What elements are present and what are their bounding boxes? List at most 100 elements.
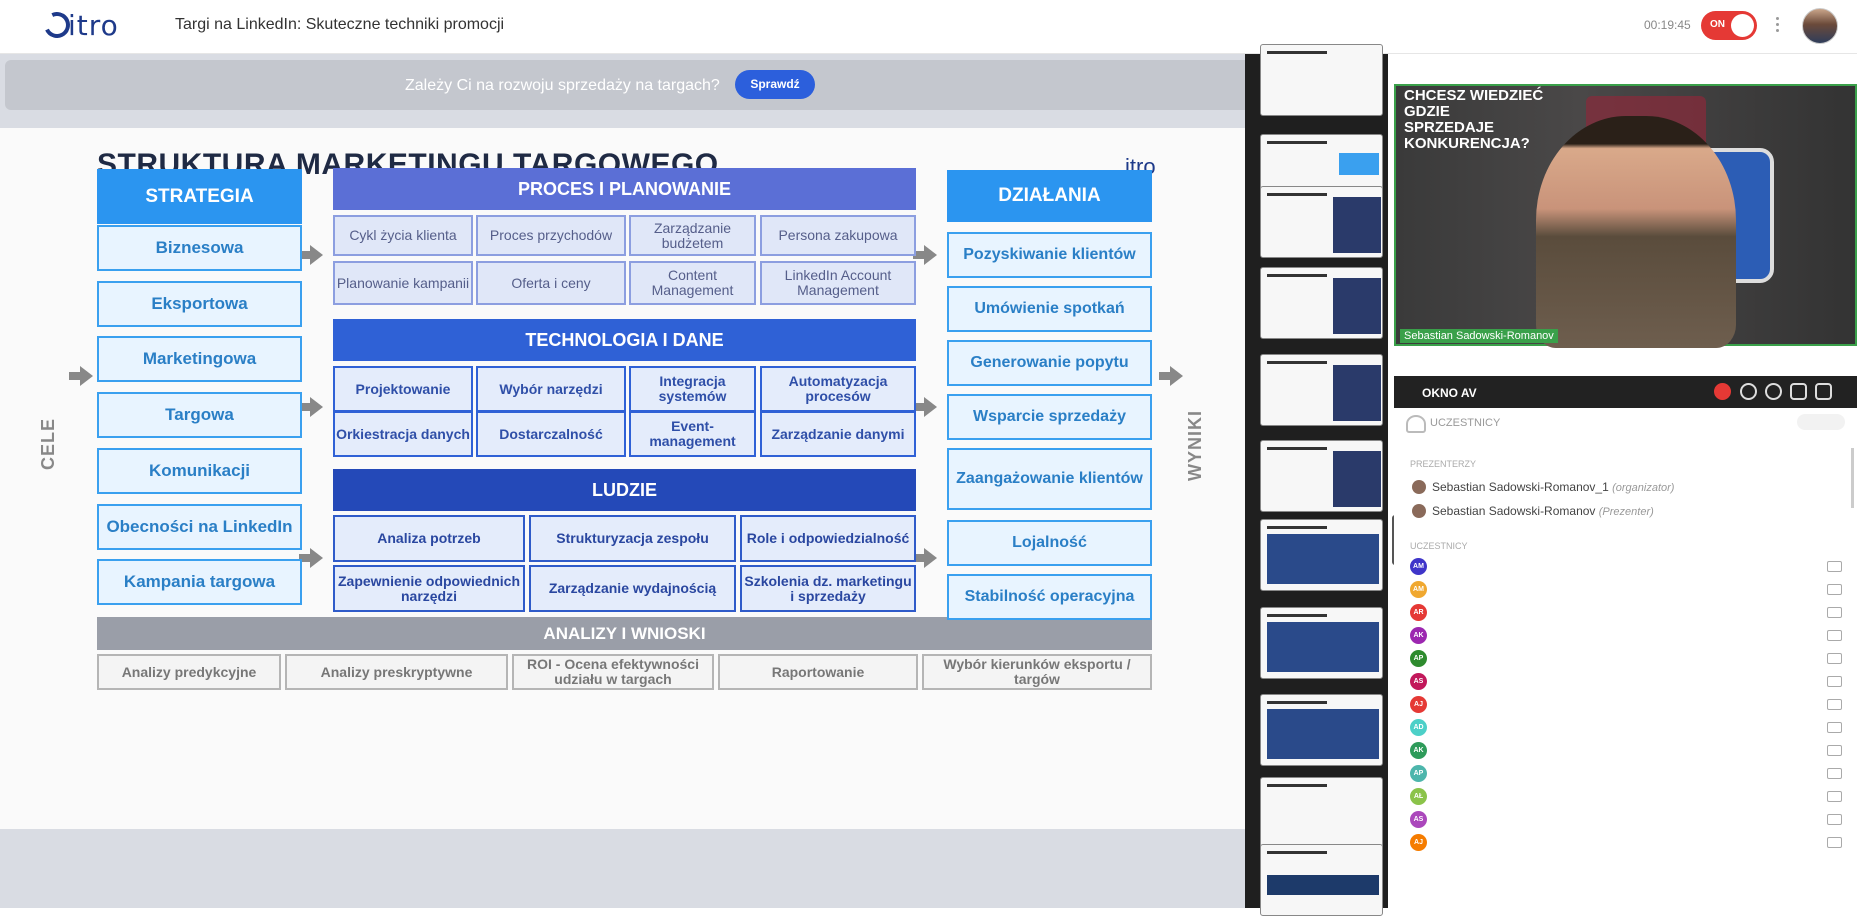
monitor-icon bbox=[1827, 653, 1842, 664]
presenter-name: Sebastian Sadowski-Romanov_1 bbox=[1432, 480, 1609, 494]
flow-arrow bbox=[299, 397, 323, 417]
slide-thumbnail[interactable] bbox=[1260, 607, 1383, 679]
expand-icon[interactable] bbox=[1790, 383, 1807, 400]
strategy-item: Kampania targowa bbox=[97, 559, 302, 606]
video-overlay-text: CHCESZ WIEDZIEĆ GDZIE SPRZEDAJE KONKUREN… bbox=[1404, 87, 1544, 152]
people-cell: Zapewnienie odpowiednich narzędzi bbox=[333, 565, 525, 612]
banner-message: Zależy Ci na rozwoju sprzedaży na targac… bbox=[405, 77, 720, 94]
slide-thumbnail[interactable] bbox=[1260, 267, 1383, 339]
user-avatar[interactable] bbox=[1802, 8, 1838, 44]
monitor-icon bbox=[1827, 814, 1842, 825]
slide-thumbnail[interactable] bbox=[1260, 777, 1383, 849]
technology-cell: Zarządzanie danymi bbox=[760, 411, 916, 457]
strategy-item: Targowa bbox=[97, 392, 302, 439]
monitor-icon bbox=[1827, 722, 1842, 733]
slide-thumbnail[interactable] bbox=[1260, 694, 1383, 766]
technology-cell: Automatyzacja procesów bbox=[760, 366, 916, 412]
participant-avatar[interactable]: AJ bbox=[1410, 696, 1427, 713]
participant-avatar[interactable]: AŁ bbox=[1410, 788, 1427, 805]
technology-cell: Integracja systemów bbox=[629, 366, 756, 412]
more-menu-icon[interactable] bbox=[1776, 14, 1779, 38]
av-window-bar: OKNO AV bbox=[1394, 376, 1857, 408]
strategy-header: STRATEGIA bbox=[97, 169, 302, 224]
slide-thumbnail[interactable] bbox=[1260, 440, 1383, 512]
process-cell: LinkedIn Account Management bbox=[760, 261, 916, 305]
flow-arrow bbox=[913, 397, 937, 417]
technology-header: TECHNOLOGIA I DANE bbox=[333, 319, 916, 361]
strategy-item: Eksportowa bbox=[97, 280, 302, 327]
presenter-role: (Prezenter) bbox=[1598, 506, 1654, 518]
toggle-label: ON bbox=[1710, 19, 1725, 30]
participant-avatar[interactable]: AS bbox=[1410, 673, 1427, 690]
actions-header: DZIAŁANIA bbox=[947, 170, 1152, 222]
check-button[interactable]: Sprawdź bbox=[735, 70, 815, 99]
goals-arrow bbox=[69, 366, 93, 386]
technology-cell: Dostarczalność bbox=[476, 411, 626, 457]
presenter-entry[interactable]: Sebastian Sadowski-Romanov_1 (organizato… bbox=[1412, 480, 1674, 494]
monitor-icon bbox=[1827, 745, 1842, 756]
slide: STRUKTURA MARKETINGU TARGOWEGO itro CELE… bbox=[0, 128, 1245, 829]
people-header: LUDZIE bbox=[333, 469, 916, 511]
results-arrow bbox=[1159, 366, 1183, 386]
participant-avatar[interactable]: AM bbox=[1410, 558, 1427, 575]
search-input[interactable] bbox=[1797, 414, 1845, 430]
analytics-cell: Raportowanie bbox=[718, 654, 918, 690]
monitor-icon bbox=[1827, 561, 1842, 572]
presenter-entry[interactable]: Sebastian Sadowski-Romanov (Prezenter) bbox=[1412, 504, 1654, 518]
presenter-video: CHCESZ WIEDZIEĆ GDZIE SPRZEDAJE KONKUREN… bbox=[1394, 84, 1857, 348]
on-air-toggle[interactable]: ON bbox=[1701, 11, 1757, 40]
monitor-icon bbox=[1827, 768, 1842, 779]
technology-cell: Projektowanie bbox=[333, 366, 473, 412]
participant-avatar[interactable]: AK bbox=[1410, 742, 1427, 759]
participant-avatar[interactable]: AS bbox=[1410, 811, 1427, 828]
slide-thumbnail[interactable] bbox=[1260, 354, 1383, 426]
participant-avatar[interactable]: AD bbox=[1410, 719, 1427, 736]
monitor-icon bbox=[1827, 676, 1842, 687]
people-cell: Zarządzanie wydajnością bbox=[529, 565, 736, 612]
action-item: Wsparcie sprzedaży bbox=[947, 394, 1152, 440]
analytics-cell: ROI - Ocena efektywności udziału w targa… bbox=[512, 654, 714, 690]
process-cell: Zarządzanie budżetem bbox=[629, 215, 756, 256]
monitor-icon bbox=[1827, 837, 1842, 848]
technology-cell: Wybór narzędzi bbox=[476, 366, 626, 412]
action-item: Pozyskiwanie klientów bbox=[947, 232, 1152, 278]
slide-thumbnails bbox=[1245, 44, 1388, 916]
participant-avatar[interactable]: AJ bbox=[1410, 834, 1427, 851]
presenter-role: (organizator) bbox=[1612, 482, 1675, 494]
participant-avatar[interactable]: AP bbox=[1410, 765, 1427, 782]
webinar-title: Targi na LinkedIn: Skuteczne techniki pr… bbox=[175, 16, 505, 33]
participants-label: UCZESTNICY bbox=[1410, 541, 1468, 551]
slide-thumbnail[interactable] bbox=[1260, 44, 1383, 116]
presenter-name: Sebastian Sadowski-Romanov bbox=[1432, 504, 1596, 518]
participant-avatar[interactable]: AP bbox=[1410, 650, 1427, 667]
slide-thumbnail[interactable] bbox=[1260, 186, 1383, 258]
flow-arrow bbox=[913, 548, 937, 568]
process-cell: Content Management bbox=[629, 261, 756, 305]
slide-thumbnail[interactable] bbox=[1260, 844, 1383, 916]
people-cell: Szkolenia dz. marketingu i sprzedaży bbox=[740, 565, 916, 612]
participant-avatar[interactable]: AR bbox=[1410, 604, 1427, 621]
participants-panel: UCZESTNICY PREZENTERZY UCZESTNICY Sebast… bbox=[1394, 408, 1857, 908]
action-item: Generowanie popytu bbox=[947, 340, 1152, 386]
strategy-item: Obecności na LinkedIn bbox=[97, 503, 302, 550]
av-window-label: OKNO AV bbox=[1422, 386, 1477, 400]
strategy-item: Biznesowa bbox=[97, 225, 302, 271]
participant-avatar[interactable]: AK bbox=[1410, 627, 1427, 644]
chat-icon[interactable] bbox=[1740, 383, 1757, 400]
flow-arrow bbox=[299, 548, 323, 568]
participants-header: UCZESTNICY bbox=[1406, 415, 1500, 433]
camera-off-icon[interactable] bbox=[1714, 383, 1731, 400]
settings-icon[interactable] bbox=[1765, 383, 1782, 400]
popout-icon[interactable] bbox=[1815, 383, 1832, 400]
analytics-cell: Wybór kierunków eksportu / targów bbox=[922, 654, 1152, 690]
participants-scrollbar[interactable] bbox=[1851, 448, 1854, 508]
process-cell: Proces przychodów bbox=[476, 215, 626, 256]
analytics-cell: Analizy predykcyjne bbox=[97, 654, 281, 690]
action-item: Zaangażowanie klientów bbox=[947, 448, 1152, 510]
participant-avatar[interactable]: AM bbox=[1410, 581, 1427, 598]
strategy-item: Marketingowa bbox=[97, 336, 302, 383]
presenter-name-tag: Sebastian Sadowski-Romanov bbox=[1400, 329, 1558, 343]
logo-text: itro bbox=[68, 9, 119, 42]
slide-thumbnail[interactable] bbox=[1260, 519, 1383, 591]
monitor-icon bbox=[1827, 699, 1842, 710]
